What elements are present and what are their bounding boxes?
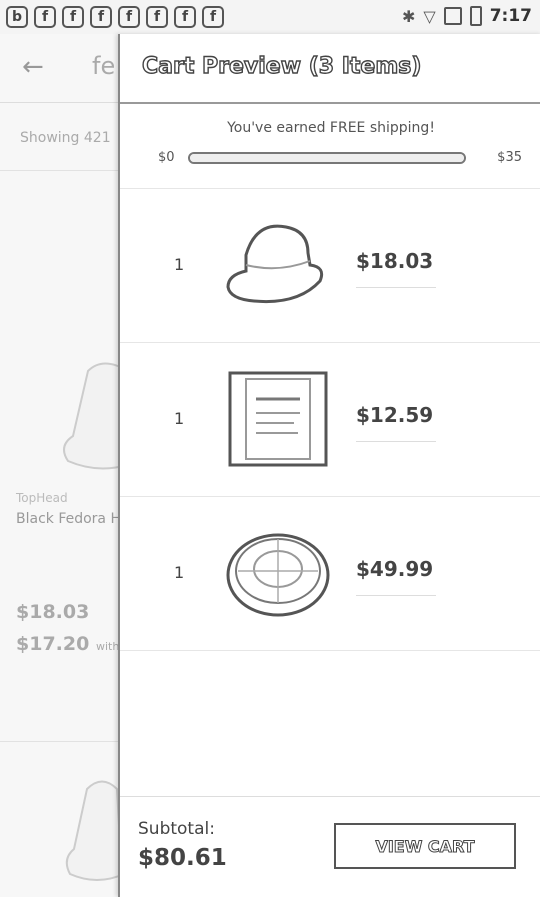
cart-preview-panel: Cart Preview (3 Items) You've earned FRE… (118, 34, 540, 897)
product-alt-price: $17.20 with (16, 633, 119, 655)
item-quantity[interactable]: 1 (174, 409, 184, 428)
item-price: $12.59 (356, 403, 434, 427)
cart-preview-title: Cart Preview (3 Items) (141, 53, 422, 79)
shipping-progress-bar (188, 152, 466, 164)
wifi-icon: ▽ (423, 6, 436, 26)
view-cart-button[interactable]: VIEW CART (334, 823, 516, 869)
item-detail-line (356, 587, 436, 596)
notification-icon-0: b (6, 6, 28, 28)
battery-icon (469, 6, 482, 26)
notification-icon-5: f (146, 6, 168, 28)
item-price: $18.03 (356, 249, 434, 273)
cake-icon (226, 533, 330, 617)
notification-icon-1: f (34, 6, 56, 28)
item-price: $49.99 (356, 557, 434, 581)
shipping-min-label: $0 (158, 150, 175, 165)
free-shipping-message: You've earned FREE shipping! (227, 120, 435, 136)
status-bar: b f f f f f f f ✱ ▽ 7:17 (0, 0, 540, 34)
notification-icon-2: f (62, 6, 84, 28)
search-query[interactable]: fe (92, 52, 115, 80)
subtotal-value: $80.61 (138, 845, 227, 871)
item-quantity[interactable]: 1 (174, 563, 184, 582)
notification-icon-3: f (90, 6, 112, 28)
clock: 7:17 (489, 6, 532, 26)
cart-preview-header: Cart Preview (3 Items) (120, 34, 540, 104)
product-price: $18.03 (16, 601, 90, 623)
cart-item[interactable]: 1 $49.99 (120, 497, 540, 651)
product-brand: TopHead (16, 491, 68, 505)
notification-icons: b f f f f f f f (6, 6, 224, 28)
fedora-hat-icon (226, 224, 324, 304)
notification-icon-4: f (118, 6, 140, 28)
item-detail-line (356, 433, 436, 442)
cart-preview-footer: Subtotal: $80.61 VIEW CART (120, 796, 540, 897)
arrow-left-icon[interactable]: ← (22, 52, 44, 82)
product-name[interactable]: Black Fedora H (16, 511, 121, 527)
shipping-max-label: $35 (497, 150, 522, 165)
search-toolbar: ← fe (0, 34, 120, 103)
product-box-icon (228, 371, 328, 467)
cart-item[interactable]: 1 $12.59 (120, 343, 540, 497)
system-icons: ✱ ▽ 7:17 (402, 6, 532, 26)
notification-icon-7: f (202, 6, 224, 28)
alt-price-value: $17.20 (16, 633, 90, 655)
item-quantity[interactable]: 1 (174, 255, 184, 274)
free-shipping-section: You've earned FREE shipping! $0 $35 (120, 104, 540, 189)
cart-item[interactable]: 1 $18.03 (120, 189, 540, 343)
signal-icon (443, 7, 462, 25)
search-results-page: ← fe Showing 421 TopHead Black Fedora H … (0, 34, 143, 897)
subtotal-label: Subtotal: (138, 819, 215, 839)
alt-price-suffix: with (95, 640, 120, 653)
product-card[interactable]: TopHead Black Fedora H $18.03 $17.20 wit… (0, 170, 143, 742)
shipping-progress-fill (190, 154, 464, 162)
results-count: Showing 421 (20, 130, 111, 146)
bluetooth-icon: ✱ (401, 6, 416, 26)
notification-icon-6: f (174, 6, 196, 28)
item-detail-line (356, 279, 436, 288)
